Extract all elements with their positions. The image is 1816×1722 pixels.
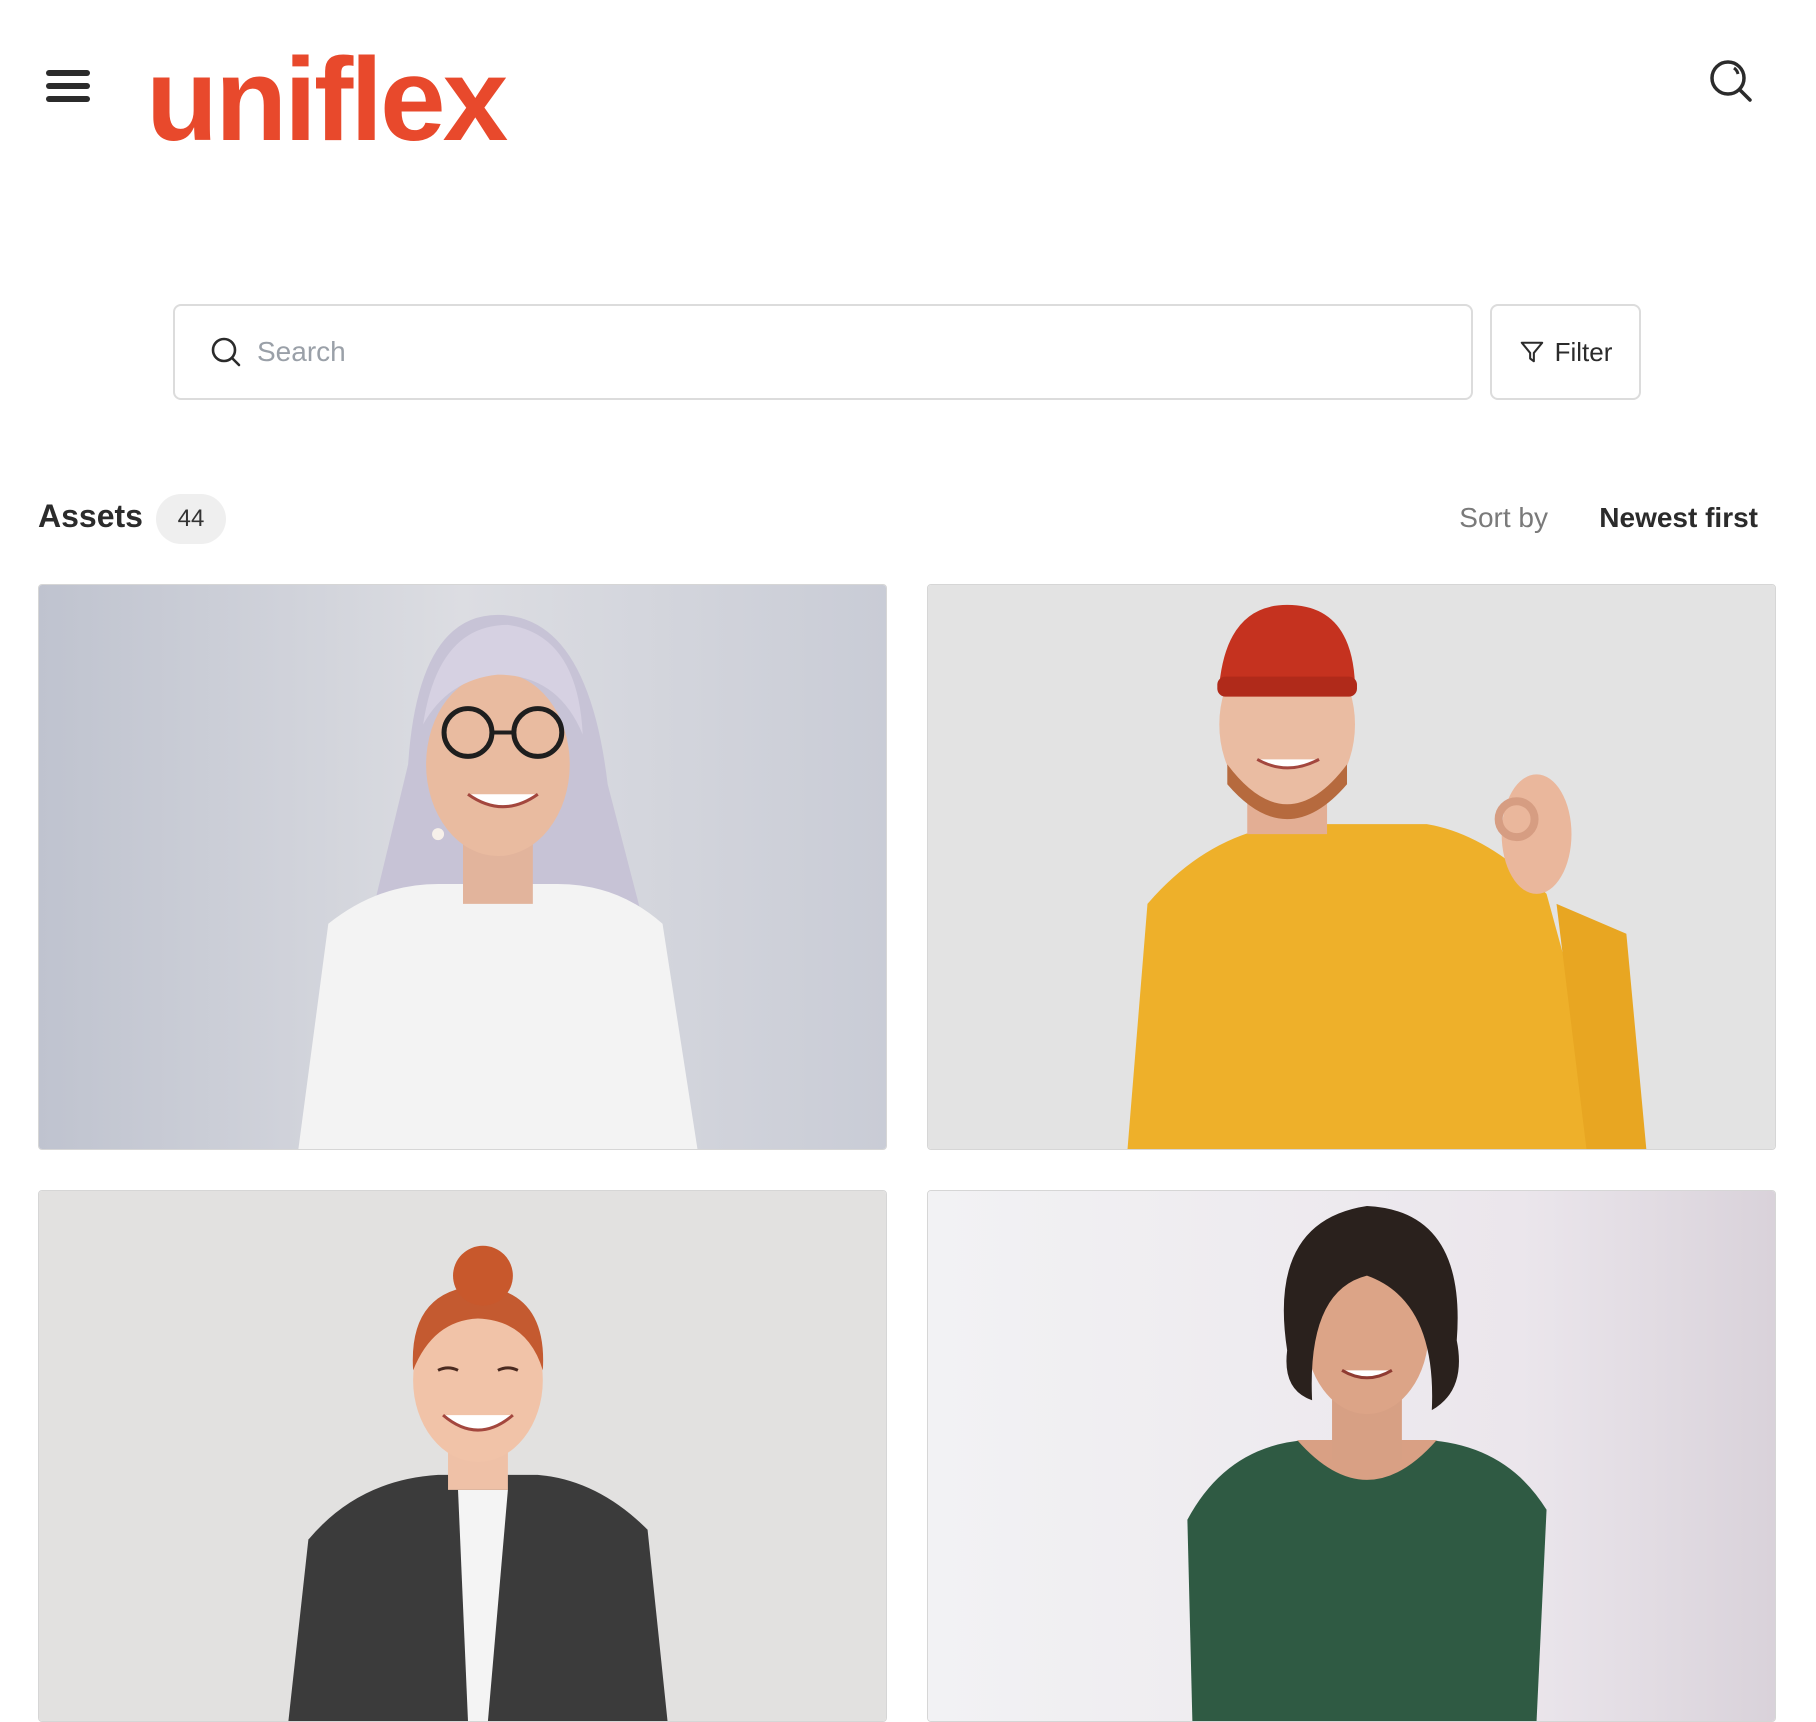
asset-image: [39, 1191, 886, 1721]
filter-label: Filter: [1554, 336, 1613, 367]
asset-card[interactable]: [927, 1190, 1776, 1722]
search-icon-button[interactable]: [1706, 56, 1756, 106]
search-icon: [1710, 60, 1752, 102]
filter-button[interactable]: Filter: [1490, 304, 1641, 400]
uniflex-logo[interactable]: uniflex: [146, 28, 556, 166]
svg-text:uniflex: uniflex: [146, 34, 508, 158]
asset-card[interactable]: [927, 584, 1776, 1150]
assets-title: Assets: [38, 498, 143, 534]
asset-image: [928, 1191, 1775, 1721]
logo-icon: uniflex: [146, 34, 511, 166]
search-row: Filter: [173, 304, 1641, 400]
hamburger-menu-button[interactable]: [46, 70, 90, 110]
top-bar: uniflex: [0, 0, 1816, 170]
assets-count-badge: 44: [156, 494, 226, 544]
sort-label: Sort by: [1459, 502, 1548, 533]
assets-header: Assets 44 Sort by Newest first: [38, 490, 1758, 546]
search-input[interactable]: [257, 336, 1407, 368]
asset-image: [39, 585, 886, 1149]
hamburger-icon: [46, 70, 90, 76]
filter-icon: [1520, 341, 1543, 363]
sort-dropdown[interactable]: Newest first: [1599, 502, 1758, 534]
search-icon: [211, 337, 241, 367]
asset-card[interactable]: [38, 584, 887, 1150]
search-box[interactable]: [173, 304, 1473, 400]
asset-image: [928, 585, 1775, 1149]
asset-card[interactable]: [38, 1190, 887, 1722]
